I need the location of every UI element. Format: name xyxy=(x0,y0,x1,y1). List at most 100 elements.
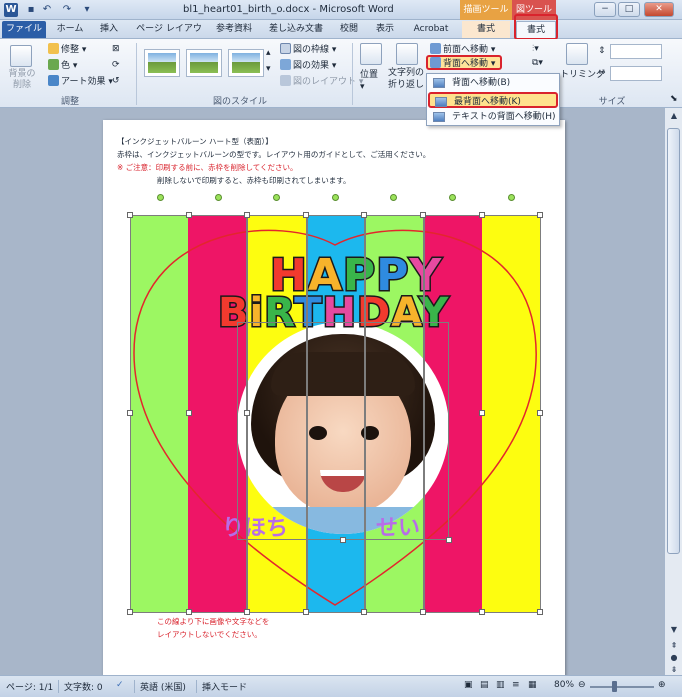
reset-picture-icon[interactable]: ↺ xyxy=(112,75,120,87)
resize-handle[interactable] xyxy=(479,410,485,416)
outline-icon[interactable]: ≡ xyxy=(512,680,520,690)
tab-page-layout[interactable]: ページ レイアウト xyxy=(132,21,206,51)
group-icon[interactable]: ⧉▾ xyxy=(532,57,543,69)
send-backward-button[interactable]: 背面へ移動 ▾ xyxy=(426,55,502,70)
position-icon[interactable] xyxy=(360,43,382,65)
size-dialog-launcher-icon[interactable]: ⬊ xyxy=(670,93,678,105)
scroll-down-icon[interactable]: ▼ xyxy=(668,624,680,636)
word-app-icon[interactable]: W xyxy=(4,3,18,17)
tab-mailings[interactable]: 差し込み文書 xyxy=(264,21,328,38)
compress-pictures-icon[interactable]: ⊠ xyxy=(112,43,120,55)
word-count[interactable]: 文字数: 0 xyxy=(64,680,103,693)
proofing-icon[interactable]: ✓ xyxy=(116,680,124,690)
menu-send-backward[interactable]: 背面へ移動(B) xyxy=(428,75,558,91)
tab-home[interactable]: ホーム xyxy=(52,21,88,38)
resize-handle[interactable] xyxy=(303,609,309,615)
align-icon[interactable]: ⫶▾ xyxy=(532,43,539,55)
position-button[interactable]: 位置 ▾ xyxy=(360,69,378,93)
resize-handle[interactable] xyxy=(340,537,346,543)
zoom-in-icon[interactable]: ⊕ xyxy=(658,680,666,690)
resize-handle[interactable] xyxy=(537,609,543,615)
resize-handle[interactable] xyxy=(127,410,133,416)
styles-more-icon[interactable]: ▾ xyxy=(266,63,271,75)
menu-send-behind-text[interactable]: テキストの背面へ移動(H) xyxy=(428,109,558,125)
resize-handle[interactable] xyxy=(479,212,485,218)
color-button[interactable]: 色 ▾ xyxy=(48,59,77,72)
width-input[interactable] xyxy=(610,66,662,81)
browse-object-icon[interactable]: ● xyxy=(668,652,680,664)
picture-styles-group-label: 図のスタイル xyxy=(212,97,267,107)
web-layout-icon[interactable]: ▥ xyxy=(496,680,505,690)
resize-handle[interactable] xyxy=(244,212,250,218)
crop-icon[interactable] xyxy=(566,43,588,65)
resize-handle[interactable] xyxy=(186,410,192,416)
previous-page-icon[interactable]: ⇞ xyxy=(668,640,680,652)
resize-handle[interactable] xyxy=(127,212,133,218)
resize-handle[interactable] xyxy=(303,212,309,218)
picture-effects-button[interactable]: 図の効果 ▾ xyxy=(280,59,336,72)
rotation-handle[interactable] xyxy=(215,194,222,201)
undo-icon[interactable]: ↶ xyxy=(40,3,54,17)
change-picture-icon[interactable]: ⟳ xyxy=(112,59,120,71)
picture-border-button[interactable]: 図の枠線 ▾ xyxy=(280,43,336,56)
tab-review[interactable]: 校閲 xyxy=(334,21,364,38)
resize-handle[interactable] xyxy=(186,212,192,218)
language-status[interactable]: 英語 (米国) xyxy=(140,680,186,693)
tab-acrobat[interactable]: Acrobat xyxy=(408,21,454,38)
tab-drawing-format[interactable]: 書式 xyxy=(462,21,510,38)
rotation-handle[interactable] xyxy=(449,194,456,201)
resize-handle[interactable] xyxy=(420,609,426,615)
wrap-text-button[interactable]: 文字列の折り返し ▾ xyxy=(388,67,431,91)
picture-style-1[interactable] xyxy=(144,49,180,77)
menu-send-to-back[interactable]: 最背面へ移動(K) xyxy=(428,92,558,108)
insert-mode[interactable]: 挿入モード xyxy=(202,680,247,693)
resize-handle[interactable] xyxy=(186,609,192,615)
remove-background-icon[interactable] xyxy=(10,45,32,67)
zoom-level[interactable]: 80% xyxy=(554,680,574,690)
draft-icon[interactable]: ▦ xyxy=(528,680,537,690)
zoom-slider-knob[interactable] xyxy=(612,681,617,692)
picture-style-2[interactable] xyxy=(186,49,222,77)
resize-handle[interactable] xyxy=(361,609,367,615)
tab-file[interactable]: ファイル xyxy=(2,21,46,38)
page-count[interactable]: ページ: 1/1 xyxy=(6,680,53,693)
resize-handle[interactable] xyxy=(244,609,250,615)
redo-icon[interactable]: ↷ xyxy=(60,3,74,17)
zoom-out-icon[interactable]: ⊖ xyxy=(578,680,586,690)
picture-style-3[interactable] xyxy=(228,49,264,77)
resize-handle[interactable] xyxy=(244,410,250,416)
rotation-handle[interactable] xyxy=(332,194,339,201)
print-layout-icon[interactable]: ▣ xyxy=(464,680,473,690)
styles-scroll-up-icon[interactable]: ▴ xyxy=(266,47,271,59)
scroll-thumb[interactable] xyxy=(667,128,680,554)
resize-handle[interactable] xyxy=(420,212,426,218)
resize-handle[interactable] xyxy=(361,212,367,218)
picture-layout-button[interactable]: 図のレイアウト ▾ xyxy=(280,75,363,88)
resize-handle[interactable] xyxy=(537,410,543,416)
rotation-handle[interactable] xyxy=(157,194,164,201)
tab-view[interactable]: 表示 xyxy=(370,21,400,38)
height-input[interactable] xyxy=(610,44,662,59)
tab-references[interactable]: 参考資料 xyxy=(212,21,256,38)
rotation-handle[interactable] xyxy=(508,194,515,201)
minimize-button[interactable]: − xyxy=(594,2,616,17)
resize-handle[interactable] xyxy=(537,212,543,218)
customize-icon[interactable]: ▾ xyxy=(80,3,94,17)
tab-insert[interactable]: 挿入 xyxy=(94,21,124,38)
wrap-text-icon[interactable] xyxy=(396,43,418,65)
resize-handle[interactable] xyxy=(446,537,452,543)
zoom-slider[interactable] xyxy=(590,686,654,688)
remove-background-button[interactable]: 背景の削除 xyxy=(8,69,36,91)
maximize-button[interactable]: □ xyxy=(618,2,640,17)
save-icon[interactable]: ▪ xyxy=(24,3,38,17)
corrections-button[interactable]: 修整 ▾ xyxy=(48,43,86,56)
vertical-scrollbar[interactable]: ▲ ▼ ⇞ ● ⇟ xyxy=(664,108,682,675)
scroll-up-icon[interactable]: ▲ xyxy=(668,110,680,122)
artistic-effects-button[interactable]: アート効果 ▾ xyxy=(48,75,113,88)
resize-handle[interactable] xyxy=(127,609,133,615)
close-button[interactable]: ✕ xyxy=(644,2,674,17)
rotation-handle[interactable] xyxy=(273,194,280,201)
full-screen-icon[interactable]: ▤ xyxy=(480,680,489,690)
resize-handle[interactable] xyxy=(479,609,485,615)
rotation-handle[interactable] xyxy=(390,194,397,201)
